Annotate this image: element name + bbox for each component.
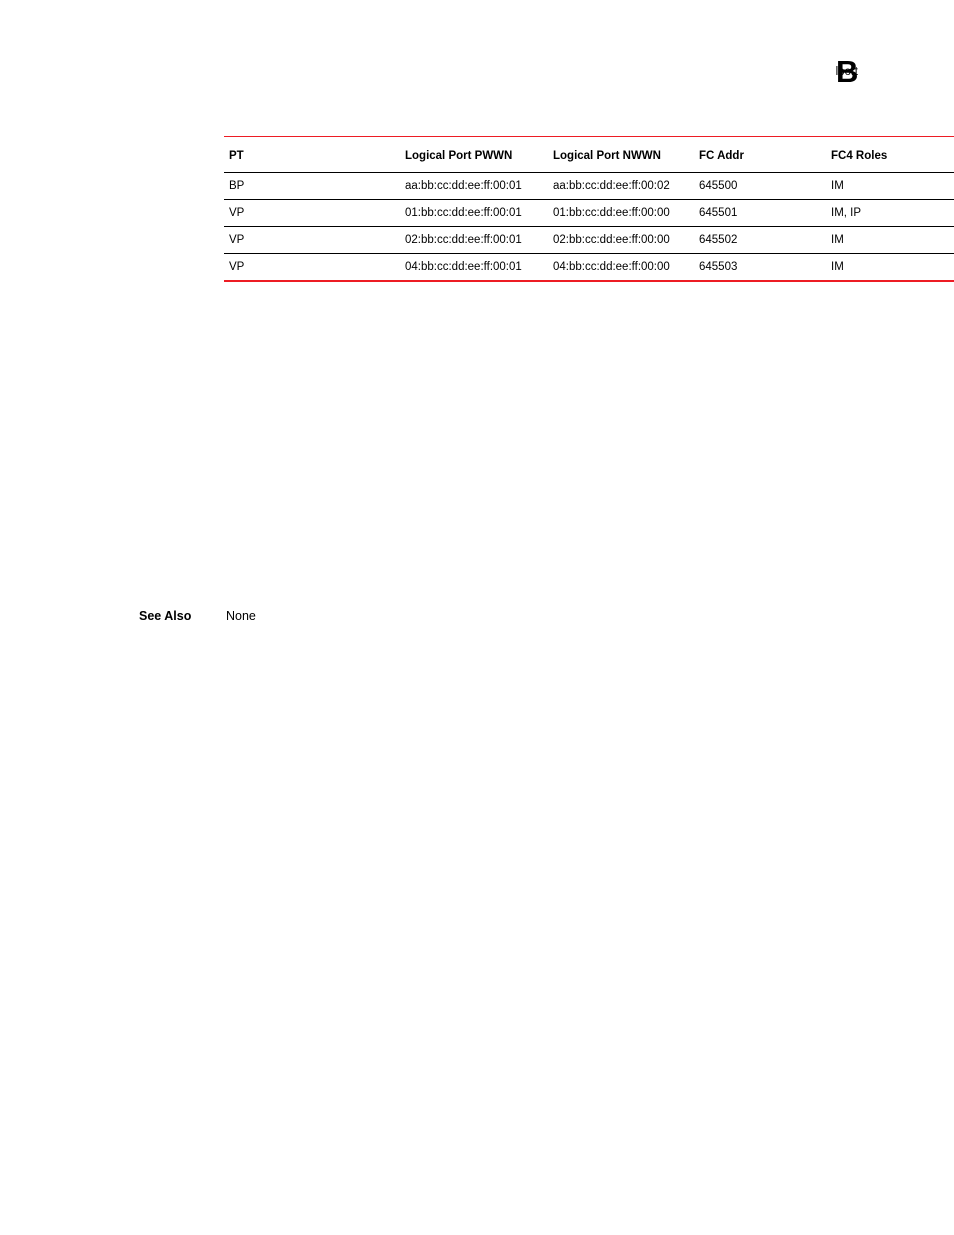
column-header-nwwn: Logical Port NWWN [553,136,699,173]
cell-fc-addr: 645501 [699,199,831,227]
lport-output-table: PT Logical Port PWWN Logical Port NWWN F… [224,136,954,282]
table-row: VP 02:bb:cc:dd:ee:ff:00:01 02:bb:cc:dd:e… [224,226,954,254]
cell-pwwn: 04:bb:cc:dd:ee:ff:00:01 [317,253,553,282]
cell-pt: VP [224,253,317,282]
header-appendix-letter: B [836,54,858,89]
cell-nwwn: 01:bb:cc:dd:ee:ff:00:00 [553,199,699,227]
table-body: BP aa:bb:cc:dd:ee:ff:00:01 aa:bb:cc:dd:e… [224,172,954,282]
cell-fc4-roles: IM [831,172,954,200]
cell-nwwn: 04:bb:cc:dd:ee:ff:00:00 [553,253,699,282]
page-running-header: lport B [0,54,954,100]
cell-pwwn: 01:bb:cc:dd:ee:ff:00:01 [317,199,553,227]
lport-output-table-container: PT Logical Port PWWN Logical Port NWWN F… [224,136,954,282]
cell-pt: VP [224,226,317,254]
table-header: PT Logical Port PWWN Logical Port NWWN F… [224,136,954,173]
see-also-value: None [226,609,256,623]
see-also-section: See Also None [139,608,256,624]
cell-pwwn: aa:bb:cc:dd:ee:ff:00:01 [317,172,553,200]
table-row: VP 04:bb:cc:dd:ee:ff:00:01 04:bb:cc:dd:e… [224,253,954,282]
cell-pt: VP [224,199,317,227]
column-header-fc4-roles: FC4 Roles [831,136,954,173]
cell-pwwn: 02:bb:cc:dd:ee:ff:00:01 [317,226,553,254]
cell-fc-addr: 645503 [699,253,831,282]
table-row: BP aa:bb:cc:dd:ee:ff:00:01 aa:bb:cc:dd:e… [224,172,954,200]
column-header-pt: PT [224,136,317,173]
cell-nwwn: aa:bb:cc:dd:ee:ff:00:02 [553,172,699,200]
table-row: VP 01:bb:cc:dd:ee:ff:00:01 01:bb:cc:dd:e… [224,199,954,227]
cell-fc4-roles: IM, IP [831,199,954,227]
column-header-fc-addr: FC Addr [699,136,831,173]
cell-nwwn: 02:bb:cc:dd:ee:ff:00:00 [553,226,699,254]
column-header-pwwn: Logical Port PWWN [317,136,553,173]
cell-pt: BP [224,172,317,200]
cell-fc-addr: 645500 [699,172,831,200]
cell-fc-addr: 645502 [699,226,831,254]
table-header-row: PT Logical Port PWWN Logical Port NWWN F… [224,136,954,173]
cell-fc4-roles: IM [831,226,954,254]
see-also-label: See Also [139,609,192,623]
cell-fc4-roles: IM [831,253,954,282]
